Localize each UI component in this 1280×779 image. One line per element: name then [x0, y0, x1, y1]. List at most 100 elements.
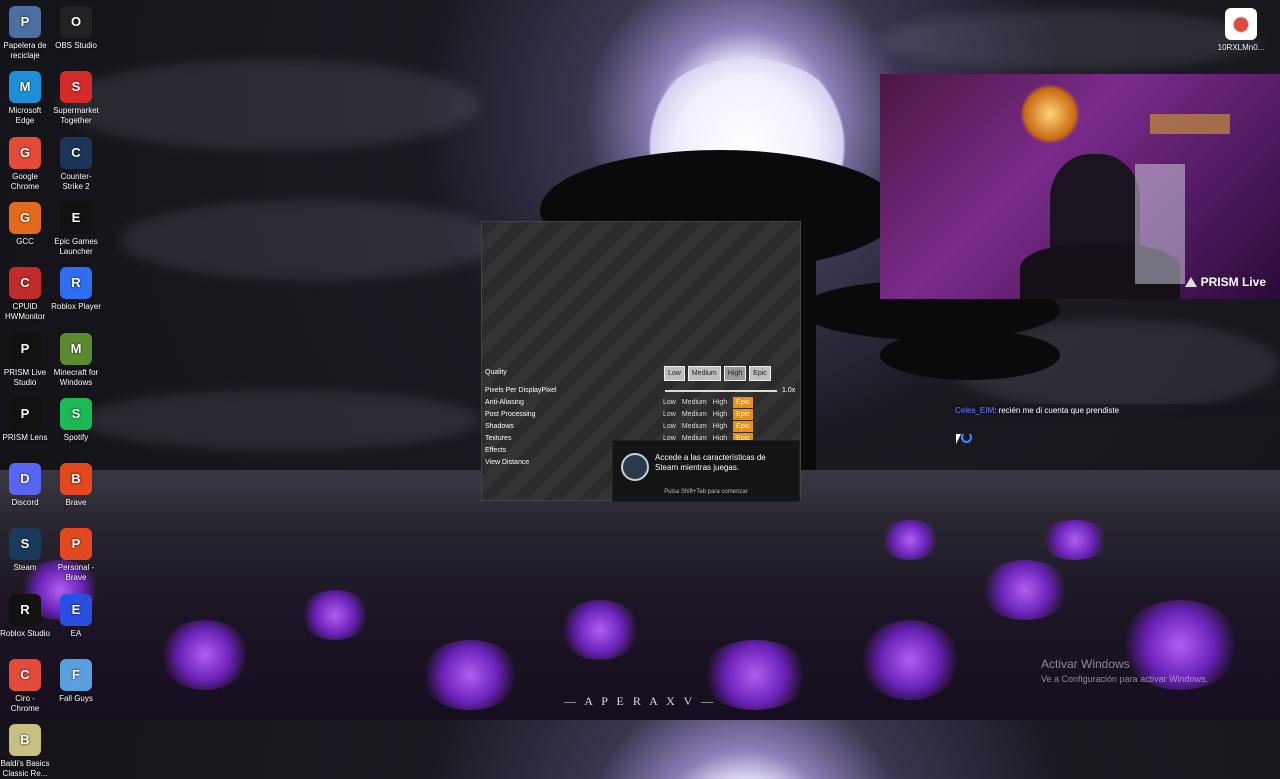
- brave-icon: B: [60, 463, 92, 496]
- pixels-label: Pixels Per DisplayPixel: [485, 387, 557, 394]
- desktop-icon-label: CPUID HWMonitor: [4, 302, 45, 322]
- desktop-icon[interactable]: S Supermarket Together: [51, 71, 101, 126]
- pixels-value: 1.0x: [782, 387, 796, 394]
- minecraft-icon: M: [60, 332, 92, 365]
- setting-label: Anti-Aliasing: [485, 399, 524, 406]
- desktop-icon-label: EA: [70, 628, 82, 638]
- setting-option[interactable]: Epic: [733, 409, 753, 420]
- pixels-slider[interactable]: [665, 390, 777, 392]
- desktop-icon-label: Baldi's Basics Classic Re...: [0, 759, 50, 779]
- quality-high-button[interactable]: High: [723, 366, 747, 381]
- hwmonitor-icon: C: [9, 267, 41, 300]
- chat-text: : recién me di cuenta que prendiste: [994, 406, 1120, 415]
- desktop-icon-label: 10RXLMn0...: [1217, 43, 1265, 52]
- desktop-icon[interactable]: F Fall Guys: [51, 659, 101, 704]
- discord-icon: D: [9, 463, 41, 496]
- steam-icon: [621, 453, 649, 481]
- chrome-file-icon: ⬤: [1225, 8, 1257, 40]
- setting-label: View Distance: [485, 459, 530, 466]
- desktop-icon-label: Roblox Player: [51, 302, 101, 312]
- epic-games-icon: E: [60, 201, 92, 234]
- desktop-icon-file[interactable]: ⬤ 10RXLMn0...: [1216, 8, 1266, 53]
- activate-subtitle: Ve a Configuración para activar Windows.: [1041, 674, 1209, 684]
- desktop-icon-label: Epic Games Launcher: [54, 236, 98, 256]
- desktop-icon-label: Steam: [13, 563, 37, 573]
- desktop-icon[interactable]: R Roblox Studio: [0, 593, 50, 639]
- loading-icon: [961, 432, 972, 443]
- quality-epic-button[interactable]: Epic: [749, 366, 771, 381]
- desktop-icon[interactable]: D Discord: [0, 463, 50, 508]
- desktop-icon[interactable]: M Microsoft Edge: [0, 71, 50, 126]
- prism-icon: P: [9, 332, 41, 365]
- desktop-icon-label: Brave: [65, 498, 87, 508]
- desktop-icon[interactable]: B Baldi's Basics Classic Re...: [0, 724, 50, 779]
- prism-logo-icon: [1184, 277, 1197, 287]
- setting-option[interactable]: Epic: [733, 421, 753, 432]
- setting-option[interactable]: Low: [663, 421, 676, 432]
- desktop-icon[interactable]: E Epic Games Launcher: [51, 201, 101, 257]
- desktop-icon[interactable]: S Spotify: [51, 397, 101, 443]
- desktop-icon[interactable]: O OBS Studio: [51, 6, 101, 51]
- setting-row: Post Processing Low Medium High Epic: [485, 409, 797, 420]
- steam-icon: S: [9, 528, 41, 561]
- quality-low-button[interactable]: Low: [664, 366, 685, 381]
- recycle-bin-icon: P: [9, 6, 41, 38]
- setting-option[interactable]: High: [713, 409, 727, 420]
- desktop-icon[interactable]: C Counter-Strike 2: [51, 136, 101, 192]
- desktop-icon[interactable]: S Steam: [0, 528, 50, 573]
- setting-row: Anti-Aliasing Low Medium High Epic: [485, 397, 797, 408]
- desktop-icon-label: Google Chrome: [10, 171, 40, 191]
- desktop-icon[interactable]: P Personal - Brave: [51, 528, 101, 583]
- setting-option[interactable]: Medium: [682, 409, 707, 420]
- setting-label: Post Processing: [485, 411, 536, 418]
- desktop-icon[interactable]: G GCC: [0, 201, 50, 247]
- desktop-icon-label: Supermarket Together: [53, 106, 99, 126]
- steam-toast-hint: Pulsa Shift+Tab para comenzar: [664, 489, 748, 495]
- webcam-overlay: PRISM Live: [880, 74, 1280, 299]
- desktop-icon[interactable]: G Google Chrome: [0, 136, 50, 192]
- streamer: [1050, 154, 1140, 254]
- setting-row: Shadows Low Medium High Epic: [485, 421, 797, 432]
- obs-icon: O: [60, 6, 92, 38]
- quality-label: Quality: [485, 369, 507, 376]
- desktop-icon[interactable]: R Roblox Player: [51, 267, 101, 312]
- desktop-icon-label: Ciro - Chrome: [10, 694, 40, 713]
- wallpaper-caption: — A P E R A X V —: [563, 694, 717, 708]
- desktop-icon[interactable]: P Papelera de reciclaje: [0, 6, 50, 61]
- desktop-icon-label: PRISM Live Studio: [3, 367, 47, 387]
- setting-option[interactable]: High: [713, 397, 727, 408]
- setting-option[interactable]: Epic: [733, 397, 753, 408]
- desktop-icon[interactable]: P PRISM Live Studio: [0, 332, 50, 388]
- prism-lens-icon: P: [9, 397, 41, 430]
- chat-username: Celes_EIM: [955, 406, 995, 415]
- desktop-icon[interactable]: C CPUID HWMonitor: [0, 267, 50, 322]
- setting-option[interactable]: Low: [663, 409, 676, 420]
- supermarket-icon: S: [60, 71, 92, 104]
- fall-guys-icon: F: [60, 659, 92, 691]
- steam-overlay-toast[interactable]: Accede a las características de Steam mi…: [612, 440, 800, 502]
- quality-medium-button[interactable]: Medium: [687, 366, 721, 381]
- desktop-icon[interactable]: C Ciro - Chrome: [0, 659, 50, 714]
- activate-windows-watermark: Activar Windows Ve a Configuración para …: [1041, 657, 1208, 684]
- desktop-icon-label: OBS Studio: [55, 41, 97, 50]
- desktop-icon-label: GCC: [16, 236, 34, 246]
- desktop-icon-label: Microsoft Edge: [8, 106, 42, 126]
- setting-option[interactable]: Medium: [682, 397, 707, 408]
- desktop-icon[interactable]: E EA: [51, 593, 101, 639]
- setting-label: Textures: [485, 435, 512, 442]
- baldi-icon: B: [9, 724, 41, 757]
- setting-option[interactable]: High: [713, 421, 727, 432]
- desktop-icon[interactable]: P PRISM Lens: [0, 397, 50, 443]
- setting-option[interactable]: Medium: [682, 421, 707, 432]
- desktop-icon[interactable]: M Minecraft for Windows: [51, 332, 101, 388]
- desktop-icon[interactable]: B Brave: [51, 463, 101, 508]
- desktop-icon-label: Roblox Studio: [0, 628, 50, 638]
- desktop-icon-label: PRISM Lens: [2, 432, 48, 442]
- chrome-icon: G: [9, 136, 41, 169]
- gcc-icon: G: [9, 201, 41, 234]
- setting-option[interactable]: Low: [663, 397, 676, 408]
- activate-title: Activar Windows: [1041, 657, 1130, 671]
- steam-toast-message: Accede a las características de Steam mi…: [655, 453, 766, 472]
- roblox-icon: R: [60, 267, 92, 300]
- pixels-slider-fill: [665, 390, 777, 392]
